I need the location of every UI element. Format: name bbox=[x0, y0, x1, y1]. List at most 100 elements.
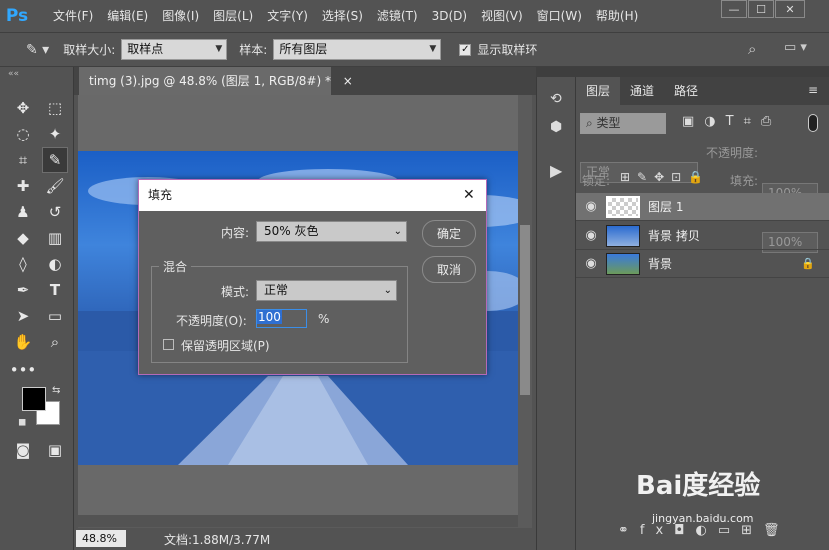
close-window-button[interactable]: ✕ bbox=[775, 0, 805, 18]
zoom-level-field[interactable]: 48.8% bbox=[76, 530, 126, 547]
brush-tool-icon[interactable]: 🖌 bbox=[42, 173, 68, 199]
zoom-tool-icon[interactable]: ⌕ bbox=[42, 329, 68, 355]
sample-value: 所有图层 bbox=[279, 42, 328, 56]
show-ring-checkbox[interactable]: ✓ bbox=[459, 43, 472, 56]
layer-thumbnail bbox=[606, 195, 640, 218]
chevron-down-icon: ⌄ bbox=[393, 226, 402, 237]
foreground-color-swatch[interactable] bbox=[22, 387, 46, 411]
path-selection-tool-icon[interactable]: ➤ bbox=[10, 303, 36, 329]
preserve-transparency-label: 保留透明区域(P) bbox=[181, 339, 270, 353]
lock-icon: 🔒 bbox=[801, 257, 815, 270]
layer-row[interactable]: ◉ 背景 拷贝 bbox=[576, 222, 829, 250]
menu-layer[interactable]: 图层(L) bbox=[206, 0, 260, 32]
play-action-icon[interactable]: ▶ bbox=[550, 161, 562, 180]
crop-tool-icon[interactable]: ⌗ bbox=[10, 147, 36, 173]
menu-edit[interactable]: 编辑(E) bbox=[100, 0, 155, 32]
workspace-switcher-icon[interactable]: ▭ ▾ bbox=[784, 40, 807, 55]
eye-icon[interactable]: ◉ bbox=[576, 228, 606, 243]
opacity-value: 100 bbox=[257, 310, 282, 324]
new-group-icon[interactable]: ▭ bbox=[718, 523, 741, 538]
menu-view[interactable]: 视图(V) bbox=[474, 0, 530, 32]
marquee-tool-icon[interactable]: ⬚ bbox=[42, 95, 68, 121]
add-mask-icon[interactable]: ◘ bbox=[674, 523, 695, 538]
sample-dropdown[interactable]: 所有图层 ▼ bbox=[273, 39, 442, 60]
layer-filter-dropdown[interactable]: ⌕ 类型 bbox=[580, 113, 666, 134]
mode-value: 正常 bbox=[264, 283, 289, 297]
swap-colors-icon[interactable]: ⇆ bbox=[52, 385, 60, 396]
menu-select[interactable]: 选择(S) bbox=[315, 0, 370, 32]
tab-channels[interactable]: 通道 bbox=[620, 77, 664, 105]
collapse-icon[interactable]: «« bbox=[8, 69, 19, 79]
opacity-input[interactable]: 100 bbox=[256, 309, 307, 328]
preserve-transparency-checkbox[interactable] bbox=[163, 339, 174, 350]
menu-3d[interactable]: 3D(D) bbox=[425, 0, 474, 32]
panel-menu-icon[interactable]: ≡ bbox=[808, 83, 818, 97]
dodge-tool-icon[interactable]: ◐ bbox=[42, 251, 68, 277]
trash-icon[interactable]: 🗑 bbox=[763, 523, 791, 538]
history-panel-icon[interactable]: ⟲ bbox=[550, 91, 562, 107]
layer-filter-icons[interactable]: ▣◑T⌗⎙ bbox=[682, 114, 781, 129]
tab-paths[interactable]: 路径 bbox=[664, 77, 708, 105]
document-tab[interactable]: timg (3).jpg @ 48.8% (图层 1, RGB/8#) * × bbox=[79, 67, 353, 95]
type-tool-icon[interactable]: T bbox=[42, 277, 68, 303]
3d-panel-icon[interactable]: ⬢ bbox=[550, 119, 562, 135]
stamp-tool-icon[interactable]: ♟ bbox=[10, 199, 36, 225]
link-layers-icon[interactable]: ⚭ bbox=[618, 523, 640, 538]
layers-footer: ⚭fx◘◐▭⊞🗑 bbox=[618, 523, 791, 538]
dialog-title-bar: 填充 ✕ bbox=[139, 180, 486, 211]
lasso-tool-icon[interactable]: ◌ bbox=[10, 121, 36, 147]
move-tool-icon[interactable]: ✥ bbox=[10, 95, 36, 121]
close-tab-icon[interactable]: × bbox=[343, 74, 353, 88]
healing-brush-tool-icon[interactable]: ✚ bbox=[10, 173, 36, 199]
pen-tool-icon[interactable]: ✒ bbox=[10, 277, 36, 303]
more-tools-icon[interactable]: ••• bbox=[10, 357, 37, 383]
eye-icon[interactable]: ◉ bbox=[576, 256, 606, 271]
mode-dropdown[interactable]: 正常 ⌄ bbox=[256, 280, 397, 301]
menu-image[interactable]: 图像(I) bbox=[155, 0, 206, 32]
document-title: timg (3).jpg @ 48.8% (图层 1, RGB/8#) * bbox=[89, 74, 331, 88]
rectangle-tool-icon[interactable]: ▭ bbox=[42, 303, 68, 329]
maximize-button[interactable]: ☐ bbox=[748, 0, 774, 18]
opacity-label: 不透明度: bbox=[706, 146, 759, 160]
layer-row[interactable]: ◉ 图层 1 bbox=[576, 193, 829, 221]
chevron-down-icon: ⌄ bbox=[383, 285, 392, 296]
content-dropdown[interactable]: 50% 灰色 ⌄ bbox=[256, 221, 407, 242]
vertical-scrollbar[interactable] bbox=[518, 95, 532, 527]
minimize-button[interactable]: — bbox=[721, 0, 747, 18]
sample-size-dropdown[interactable]: 取样点 ▼ bbox=[121, 39, 228, 60]
new-layer-icon[interactable]: ⊞ bbox=[741, 523, 763, 538]
eyedropper-tool-icon[interactable]: ✎ bbox=[42, 147, 68, 173]
eraser-tool-icon[interactable]: ◆ bbox=[10, 225, 36, 251]
menu-file[interactable]: 文件(F) bbox=[46, 0, 100, 32]
lock-icons[interactable]: ⊞✎✥⊡🔒 bbox=[620, 170, 710, 184]
layer-row[interactable]: ◉ 背景 🔒 bbox=[576, 250, 829, 278]
blur-tool-icon[interactable]: ◊ bbox=[10, 251, 36, 277]
fx-button[interactable]: fx bbox=[640, 523, 674, 538]
status-bar: 48.8% 文档:1.88M/3.77M bbox=[74, 528, 536, 550]
menu-window[interactable]: 窗口(W) bbox=[530, 0, 589, 32]
vertical-scroll-thumb[interactable] bbox=[520, 225, 530, 395]
quick-mask-icon[interactable]: ◙ bbox=[10, 437, 36, 463]
eyedropper-tool-preset-icon[interactable]: ✎ ▾ bbox=[26, 42, 49, 58]
cancel-button[interactable]: 取消 bbox=[422, 256, 476, 283]
tab-layers[interactable]: 图层 bbox=[576, 77, 621, 105]
ok-button[interactable]: 确定 bbox=[422, 220, 476, 247]
dialog-close-icon[interactable]: ✕ bbox=[463, 180, 475, 211]
adjustment-layer-icon[interactable]: ◐ bbox=[695, 523, 717, 538]
menu-help[interactable]: 帮助(H) bbox=[589, 0, 645, 32]
gradient-tool-icon[interactable]: ▥ bbox=[42, 225, 68, 251]
layer-filter-value: 类型 bbox=[596, 116, 621, 130]
tools-panel: «« ✥ ⬚ ◌ ✦ ⌗ ✎ ✚ 🖌 ♟ ↺ ◆ ▥ ◊ ◐ ✒ T ➤ ▭ ✋… bbox=[0, 67, 74, 550]
menu-type[interactable]: 文字(Y) bbox=[260, 0, 315, 32]
history-brush-tool-icon[interactable]: ↺ bbox=[42, 199, 68, 225]
search-icon[interactable]: ⌕ bbox=[748, 40, 756, 58]
menu-filter[interactable]: 滤镜(T) bbox=[370, 0, 425, 32]
default-colors-icon[interactable]: ◼ bbox=[18, 417, 26, 428]
eye-icon[interactable]: ◉ bbox=[576, 199, 606, 214]
photoshop-logo: Ps bbox=[5, 6, 29, 26]
screen-mode-icon[interactable]: ▣ bbox=[42, 437, 68, 463]
magic-wand-tool-icon[interactable]: ✦ bbox=[42, 121, 68, 147]
mode-label: 模式: bbox=[221, 285, 250, 299]
hand-tool-icon[interactable]: ✋ bbox=[10, 329, 36, 355]
filter-toggle-icon[interactable] bbox=[808, 114, 818, 132]
